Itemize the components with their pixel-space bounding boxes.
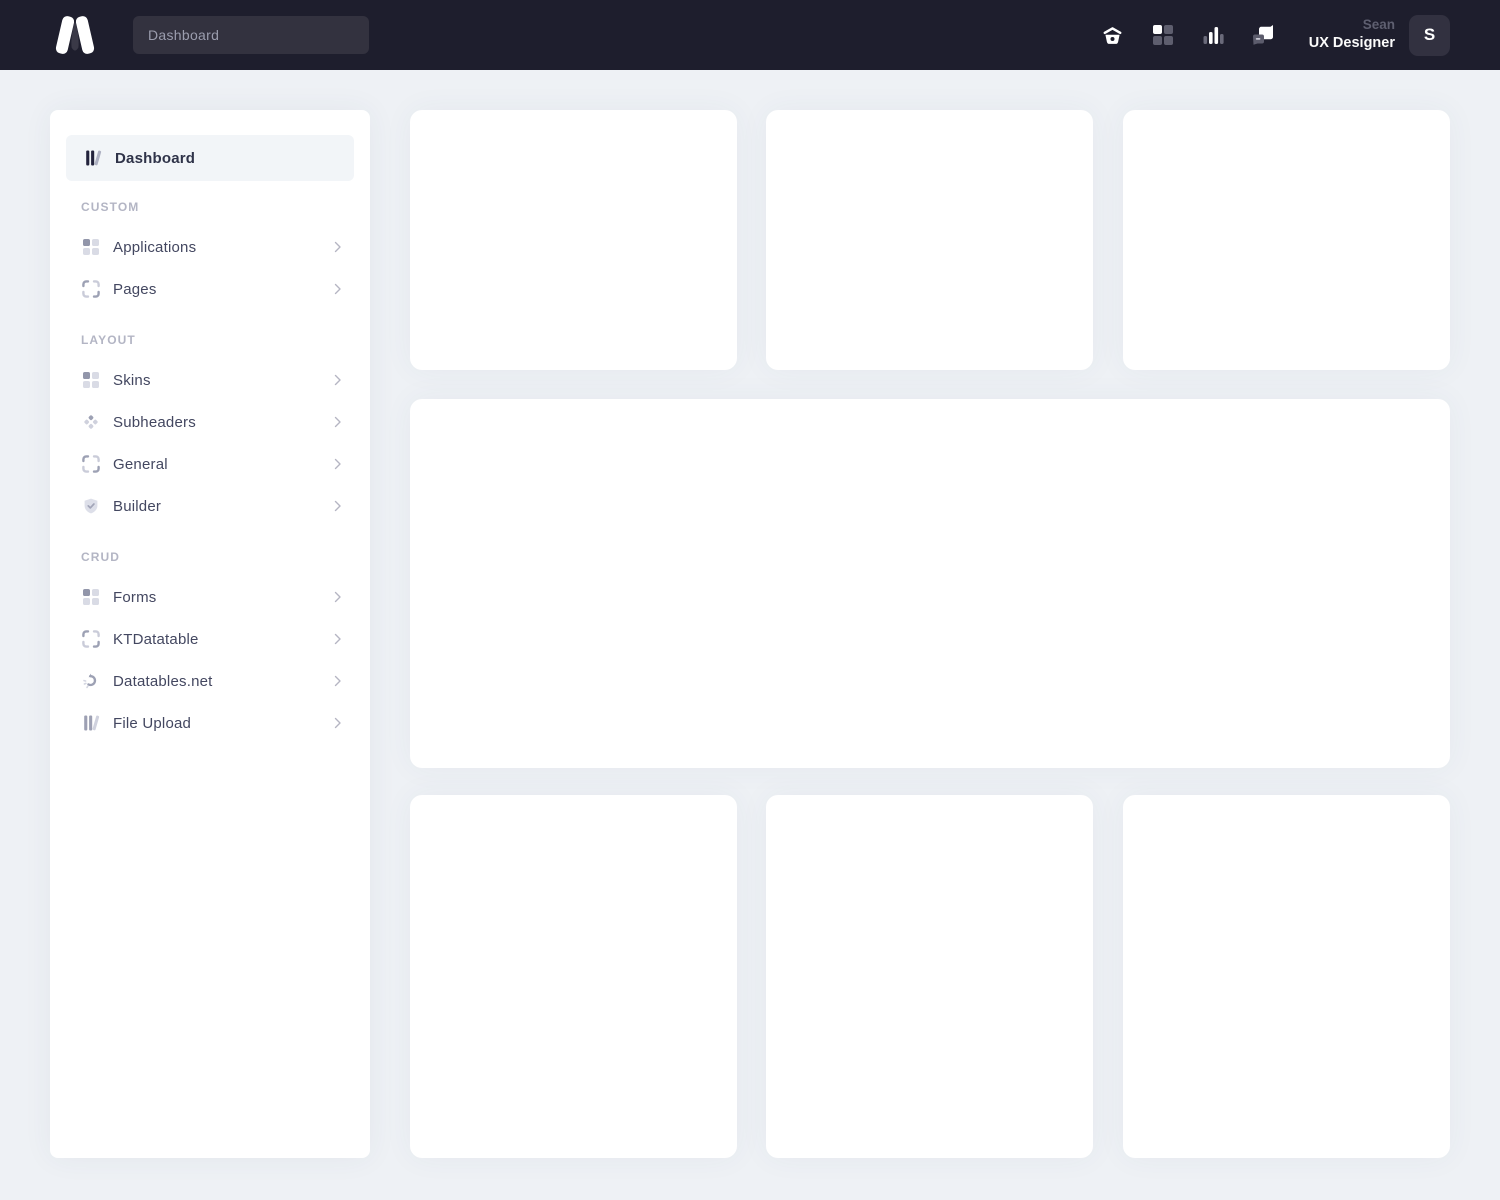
card-top-2 <box>766 110 1093 370</box>
card-bottom-1 <box>410 795 737 1158</box>
topbar: Dashboard <box>0 0 1500 70</box>
sidebar-item-general[interactable]: General <box>50 443 370 485</box>
sidebar-item-label: Pages <box>113 281 157 298</box>
sidebar-item-label: KTDatatable <box>113 631 199 648</box>
refresh-sparkle-icon <box>81 671 101 691</box>
sidebar-item-builder[interactable]: Builder <box>50 485 370 527</box>
sidebar-item-label: Applications <box>113 239 196 256</box>
user-name: Sean <box>1309 16 1395 34</box>
sidebar-item-label: Datatables.net <box>113 673 213 690</box>
frame-icon <box>81 454 101 474</box>
section-header-layout: LAYOUT <box>50 325 370 355</box>
grid-icon <box>81 237 101 257</box>
chevron-right-icon <box>334 374 342 386</box>
frame-icon <box>81 279 101 299</box>
sidebar-item-label: General <box>113 456 168 473</box>
card-bottom-3 <box>1123 795 1450 1158</box>
shield-check-icon <box>81 496 101 516</box>
sidebar-item-file-upload[interactable]: File Upload <box>50 702 370 744</box>
diamond-dots-icon <box>81 412 101 432</box>
sidebar-item-label: File Upload <box>113 715 191 732</box>
sidebar-item-label: Subheaders <box>113 414 196 431</box>
sidebar-item-forms[interactable]: Forms <box>50 576 370 618</box>
sidebar-item-pages[interactable]: Pages <box>50 268 370 310</box>
frame-icon <box>81 629 101 649</box>
grid-icon <box>81 587 101 607</box>
grid-icon[interactable] <box>1143 15 1183 55</box>
user-role: UX Designer <box>1309 34 1395 54</box>
card-top-3 <box>1123 110 1450 370</box>
card-top-1 <box>410 110 737 370</box>
metronic-logo-icon <box>52 13 98 57</box>
sidebar-item-datatables-net[interactable]: Datatables.net <box>50 660 370 702</box>
sidebar-item-label: Skins <box>113 372 151 389</box>
library-icon <box>83 148 103 168</box>
topbar-right: Sean UX Designer S <box>1093 0 1450 70</box>
chart-bars-icon[interactable] <box>1193 15 1233 55</box>
page-title: Dashboard <box>148 27 219 43</box>
sidebar-item-ktdatatable[interactable]: KTDatatable <box>50 618 370 660</box>
chat-icon[interactable] <box>1243 15 1283 55</box>
chevron-right-icon <box>334 500 342 512</box>
sidebar-item-label: Dashboard <box>115 150 195 167</box>
card-middle-wide <box>410 399 1450 768</box>
sidebar-item-skins[interactable]: Skins <box>50 359 370 401</box>
sidebar-item-dashboard[interactable]: Dashboard <box>66 135 354 181</box>
chevron-right-icon <box>334 717 342 729</box>
grid-icon <box>81 370 101 390</box>
basket-icon[interactable] <box>1093 15 1133 55</box>
chevron-right-icon <box>334 416 342 428</box>
sidebar: Dashboard CUSTOM Applications <box>50 110 370 1158</box>
sidebar-item-subheaders[interactable]: Subheaders <box>50 401 370 443</box>
section-header-crud: CRUD <box>50 542 370 572</box>
chevron-right-icon <box>334 283 342 295</box>
page-title-box[interactable]: Dashboard <box>133 16 369 54</box>
sidebar-item-label: Builder <box>113 498 161 515</box>
avatar-initial: S <box>1424 25 1435 45</box>
library-icon <box>81 713 101 733</box>
avatar[interactable]: S <box>1409 15 1450 56</box>
card-bottom-2 <box>766 795 1093 1158</box>
chevron-right-icon <box>334 241 342 253</box>
chevron-right-icon <box>334 633 342 645</box>
chevron-right-icon <box>334 675 342 687</box>
chevron-right-icon <box>334 591 342 603</box>
user-info[interactable]: Sean UX Designer <box>1309 16 1395 54</box>
sidebar-item-applications[interactable]: Applications <box>50 226 370 268</box>
chevron-right-icon <box>334 458 342 470</box>
section-header-custom: CUSTOM <box>50 192 370 222</box>
sidebar-item-label: Forms <box>113 589 157 606</box>
